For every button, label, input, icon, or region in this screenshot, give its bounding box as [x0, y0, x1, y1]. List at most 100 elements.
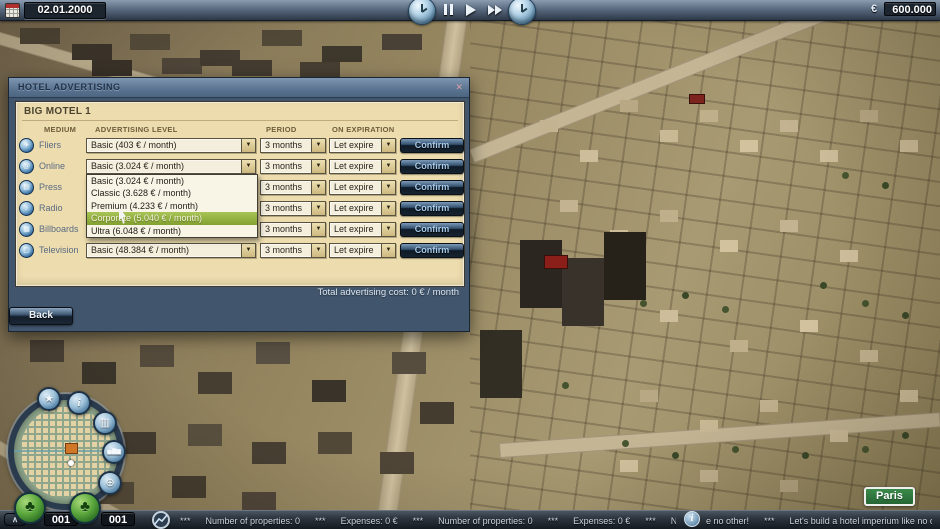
dropdown-option-highlighted[interactable]: Corporate (5.040 € / month) — [87, 212, 257, 224]
dropdown-option[interactable]: Basic (3.024 € / month) — [87, 175, 257, 187]
landmark-icon: ▥ — [95, 413, 115, 433]
column-header-medium: MEDIUM — [44, 125, 76, 134]
select-value: 3 months — [261, 202, 311, 215]
select-value: 3 months — [261, 181, 311, 194]
press-icon: ▤ — [19, 180, 34, 195]
icon-glyph: ✈ — [24, 142, 30, 149]
back-button[interactable]: Back — [9, 307, 73, 325]
hotel-advertising-dialog: HOTEL ADVERTISING ✕ BIG MOTEL 1 MEDIUM A… — [8, 77, 470, 332]
advertising-panel: BIG MOTEL 1 MEDIUM ADVERTISING LEVEL PER… — [15, 101, 465, 287]
period-select-press[interactable]: 3 months ▼ — [260, 180, 326, 195]
total-cost-label: Total advertising cost: 0 € / month — [317, 287, 459, 298]
select-value: Let expire — [330, 223, 381, 236]
expiration-select-online[interactable]: Let expire ▼ — [329, 159, 396, 174]
buildings-icon: ▅▇▆ — [104, 442, 124, 462]
chevron-down-icon[interactable]: ▼ — [311, 139, 325, 152]
star-button[interactable]: ★ — [37, 387, 61, 411]
radio-icon: ♪ — [19, 201, 34, 216]
select-value: Basic (3.024 € / month) — [87, 160, 241, 173]
chevron-down-icon[interactable]: ▼ — [381, 244, 395, 257]
fliers-icon: ✈ — [19, 138, 34, 153]
chevron-down-icon[interactable]: ▼ — [381, 181, 395, 194]
buildings-button[interactable]: ▅▇▆ — [102, 440, 126, 464]
info-ticker-icon: i — [684, 511, 700, 527]
dropdown-option[interactable]: Ultra (6.048 € / month) — [87, 225, 257, 237]
select-value: Let expire — [330, 160, 381, 173]
expiration-select-television[interactable]: Let expire ▼ — [329, 243, 396, 258]
hotel-counter-2: 001 — [101, 512, 135, 526]
hotel-list-button-2[interactable]: ♣ — [69, 492, 101, 524]
info-icon: i — [69, 393, 89, 413]
select-value: Let expire — [330, 181, 381, 194]
medium-label: Billboards — [39, 222, 79, 237]
chevron-down-icon[interactable]: ▼ — [381, 160, 395, 173]
chevron-down-icon[interactable]: ▼ — [311, 202, 325, 215]
calendar-icon — [5, 3, 20, 18]
medium-label: Fliers — [39, 138, 61, 153]
period-select-billboards[interactable]: 3 months ▼ — [260, 222, 326, 237]
pause-button[interactable] — [443, 4, 455, 15]
period-select-television[interactable]: 3 months ▼ — [260, 243, 326, 258]
chevron-down-icon[interactable]: ▼ — [381, 202, 395, 215]
period-select-radio[interactable]: 3 months ▼ — [260, 201, 326, 216]
medium-label: Press — [39, 180, 62, 195]
level-select-fliers[interactable]: Basic (403 € / month) ▼ — [86, 138, 256, 153]
chevron-down-icon[interactable]: ▼ — [311, 181, 325, 194]
line-chart-icon — [154, 513, 168, 527]
level-dropdown-list: Basic (3.024 € / month) Classic (3.628 €… — [86, 174, 258, 238]
confirm-button-radio[interactable]: Confirm — [400, 201, 464, 216]
top-bar: 02.01.2000 € 600.000 — [0, 0, 940, 21]
landmark-button[interactable]: ▥ — [93, 411, 117, 435]
globe-button[interactable]: ⊕ — [98, 471, 122, 495]
chevron-down-icon[interactable]: ▼ — [311, 223, 325, 236]
confirm-button-online[interactable]: Confirm — [400, 159, 464, 174]
confirm-button-television[interactable]: Confirm — [400, 243, 464, 258]
billboards-icon: ▦ — [19, 222, 34, 237]
stats-ticker: *** Number of properties: 0 *** Expenses… — [180, 515, 676, 527]
period-select-fliers[interactable]: 3 months ▼ — [260, 138, 326, 153]
dialog-title-bar[interactable]: HOTEL ADVERTISING ✕ — [9, 78, 469, 98]
dropdown-option[interactable]: Classic (3.628 € / month) — [87, 187, 257, 199]
globe-icon: ⊕ — [100, 473, 120, 493]
hotel-list-button-1[interactable]: ♣ — [14, 492, 46, 524]
date-display: 02.01.2000 — [24, 2, 106, 19]
expiration-select-press[interactable]: Let expire ▼ — [329, 180, 396, 195]
expiration-select-fliers[interactable]: Let expire ▼ — [329, 138, 396, 153]
chevron-down-icon[interactable]: ▼ — [241, 244, 255, 257]
expiration-select-billboards[interactable]: Let expire ▼ — [329, 222, 396, 237]
column-header-expiration: ON EXPIRATION — [332, 125, 395, 134]
close-icon[interactable]: ✕ — [455, 82, 463, 93]
confirm-button-billboards[interactable]: Confirm — [400, 222, 464, 237]
chevron-down-icon[interactable]: ▼ — [241, 139, 255, 152]
column-header-level: ADVERTISING LEVEL — [95, 125, 178, 134]
column-header-period: PERIOD — [266, 125, 297, 134]
chevron-down-icon[interactable]: ▼ — [381, 223, 395, 236]
chevron-down-icon[interactable]: ▼ — [381, 139, 395, 152]
dropdown-option[interactable]: Premium (4.233 € / month) — [87, 200, 257, 212]
chevron-down-icon[interactable]: ▼ — [311, 160, 325, 173]
hotel-name: BIG MOTEL 1 — [24, 106, 91, 117]
period-select-online[interactable]: 3 months ▼ — [260, 159, 326, 174]
billboard-sign — [545, 256, 567, 268]
level-select-online[interactable]: Basic (3.024 € / month) ▼ — [86, 159, 256, 174]
chevron-down-icon[interactable]: ▼ — [311, 244, 325, 257]
statistics-button[interactable] — [152, 511, 170, 529]
city-name-sign: Paris — [864, 487, 915, 506]
medium-label: Radio — [39, 201, 63, 216]
icon-glyph: ▢ — [23, 247, 30, 254]
balance-display: 600.000 — [884, 2, 936, 16]
television-icon: ▢ — [19, 243, 34, 258]
play-button[interactable] — [466, 4, 476, 16]
icon-glyph: ▤ — [23, 184, 30, 191]
confirm-button-press[interactable]: Confirm — [400, 180, 464, 195]
star-icon: ★ — [39, 389, 59, 409]
info-button[interactable]: i — [67, 391, 91, 415]
select-value: 3 months — [261, 139, 311, 152]
level-select-television[interactable]: Basic (48.384 € / month) ▼ — [86, 243, 256, 258]
ad-row-fliers: ✈ Fliers Basic (403 € / month) ▼ 3 month… — [16, 138, 464, 153]
dialog-title: HOTEL ADVERTISING — [18, 82, 121, 92]
expiration-select-radio[interactable]: Let expire ▼ — [329, 201, 396, 216]
confirm-button-fliers[interactable]: Confirm — [400, 138, 464, 153]
chevron-down-icon[interactable]: ▼ — [241, 160, 255, 173]
select-value: Let expire — [330, 244, 381, 257]
